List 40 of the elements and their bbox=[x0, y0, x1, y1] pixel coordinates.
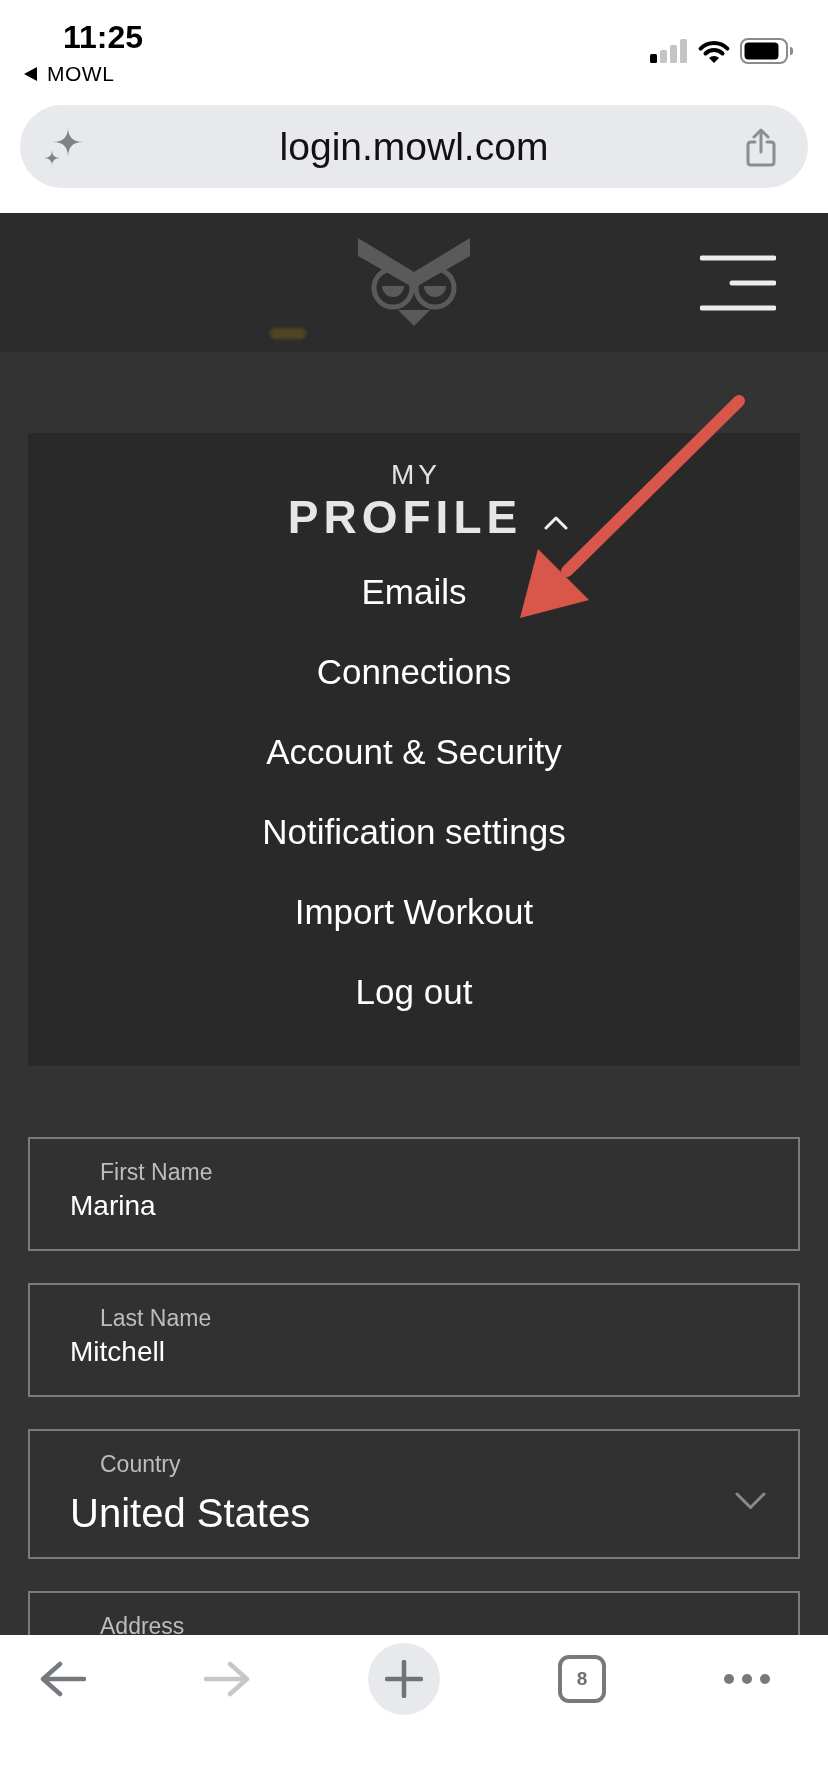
menu-icon bbox=[700, 253, 776, 312]
menu-item[interactable]: Log out bbox=[347, 952, 481, 1032]
field-label: First Name bbox=[99, 1161, 213, 1183]
field-label: Last Name bbox=[99, 1307, 212, 1329]
plus-icon bbox=[385, 1660, 423, 1698]
menu-eyebrow: MY bbox=[390, 460, 441, 490]
text-field[interactable]: First Name Marina bbox=[28, 1137, 800, 1251]
field-value: Marina bbox=[70, 1189, 156, 1223]
menu-button[interactable] bbox=[700, 253, 776, 312]
select-field[interactable]: Country United States bbox=[28, 1429, 800, 1559]
menu-item[interactable]: Account & Security bbox=[258, 712, 570, 792]
menu-item[interactable]: Emails bbox=[353, 552, 475, 632]
share-icon[interactable] bbox=[744, 126, 778, 167]
text-field[interactable]: Address bbox=[28, 1591, 800, 1635]
text-field[interactable]: Last Name Mitchell bbox=[28, 1283, 800, 1397]
field-value: United States bbox=[70, 1490, 311, 1537]
more-button[interactable] bbox=[724, 1674, 770, 1684]
chevron-up-icon[interactable] bbox=[544, 516, 569, 530]
forward-arrow-icon bbox=[204, 1661, 250, 1697]
url-text: login.mowl.com bbox=[278, 123, 550, 170]
wifi-icon bbox=[697, 38, 731, 64]
field-label: Country bbox=[99, 1453, 181, 1475]
smudge-mark bbox=[270, 328, 306, 339]
tabs-button[interactable]: 8 bbox=[558, 1655, 606, 1703]
chevron-down-icon bbox=[735, 1492, 766, 1510]
address-bar[interactable]: login.mowl.com bbox=[20, 105, 808, 188]
signal-icon bbox=[650, 39, 688, 63]
battery-icon bbox=[740, 38, 794, 64]
menu-title: PROFILE bbox=[287, 490, 523, 544]
back-to-app-button[interactable]: MOWL bbox=[24, 62, 115, 86]
back-triangle-icon bbox=[24, 67, 37, 81]
status-time: 11:25 bbox=[62, 18, 144, 56]
field-label: Address bbox=[99, 1615, 185, 1635]
menu-item[interactable]: Import Workout bbox=[286, 872, 542, 952]
menu-item[interactable]: Connections bbox=[308, 632, 520, 712]
back-arrow-icon bbox=[40, 1661, 86, 1697]
field-value: Mitchell bbox=[70, 1335, 165, 1369]
more-icon bbox=[724, 1674, 770, 1684]
back-button[interactable] bbox=[40, 1661, 86, 1697]
menu-item[interactable]: Notification settings bbox=[254, 792, 574, 872]
